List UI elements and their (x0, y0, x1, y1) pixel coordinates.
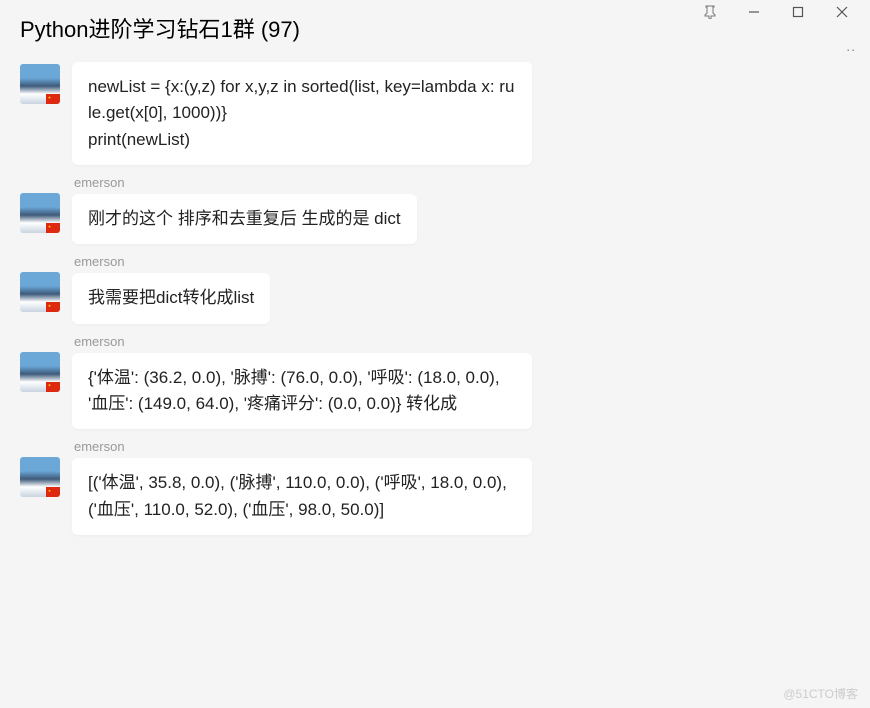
avatar[interactable] (20, 193, 60, 233)
maximize-icon[interactable] (790, 4, 806, 20)
message-bubble[interactable]: 我需要把dict转化成list (72, 273, 270, 323)
message-row: emerson 我需要把dict转化成list (20, 254, 850, 323)
chat-area: newList = {x:(y,z) for x,y,z in sorted(l… (0, 52, 870, 535)
message-bubble[interactable]: 刚才的这个 排序和去重复后 生成的是 dict (72, 194, 417, 244)
sender-name: emerson (74, 175, 417, 190)
sender-name: emerson (74, 334, 532, 349)
avatar[interactable] (20, 64, 60, 104)
avatar[interactable] (20, 457, 60, 497)
chat-title: Python进阶学习钻石1群 (97) (20, 12, 300, 44)
message-row: emerson {'体温': (36.2, 0.0), '脉搏': (76.0,… (20, 334, 850, 430)
message-row: emerson 刚才的这个 排序和去重复后 生成的是 dict (20, 175, 850, 244)
message-bubble[interactable]: {'体温': (36.2, 0.0), '脉搏': (76.0, 0.0), '… (72, 353, 532, 430)
sender-name: emerson (74, 254, 270, 269)
message-row: newList = {x:(y,z) for x,y,z in sorted(l… (20, 62, 850, 165)
message-row: emerson [('体温', 35.8, 0.0), ('脉搏', 110.0… (20, 439, 850, 535)
more-icon[interactable]: .. (846, 38, 856, 54)
sender-name: emerson (74, 439, 532, 454)
pin-icon[interactable] (702, 4, 718, 20)
avatar[interactable] (20, 272, 60, 312)
minimize-icon[interactable] (746, 4, 762, 20)
message-bubble[interactable]: newList = {x:(y,z) for x,y,z in sorted(l… (72, 62, 532, 165)
close-icon[interactable] (834, 4, 850, 20)
avatar[interactable] (20, 352, 60, 392)
watermark: @51CTO博客 (783, 685, 858, 702)
message-bubble[interactable]: [('体温', 35.8, 0.0), ('脉搏', 110.0, 0.0), … (72, 458, 532, 535)
